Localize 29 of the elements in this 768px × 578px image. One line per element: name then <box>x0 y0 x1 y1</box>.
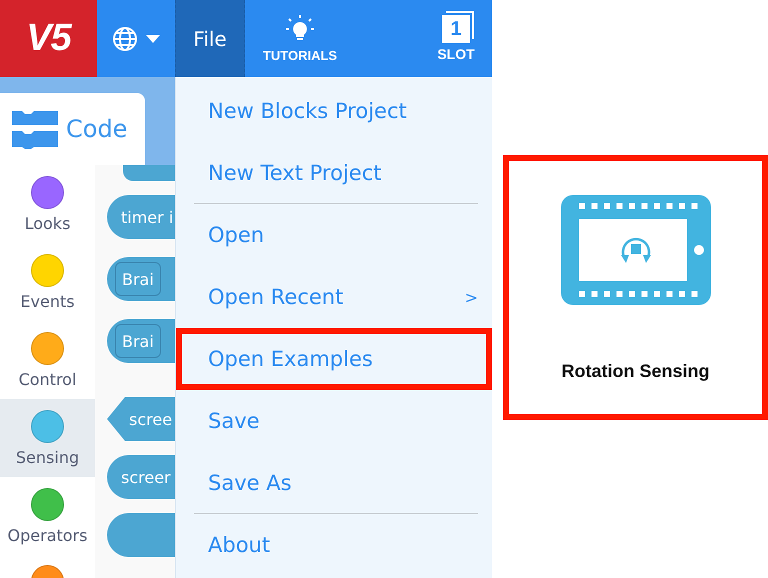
menu-item[interactable]: Open Examples <box>176 328 492 390</box>
menu-item[interactable]: Save As <box>176 452 492 514</box>
category-item[interactable]: Operators <box>0 477 95 555</box>
code-block[interactable]: scree <box>107 397 175 441</box>
category-item[interactable]: Events <box>0 243 95 321</box>
menu-item[interactable]: Open <box>176 204 492 266</box>
logo[interactable]: V5 <box>0 0 97 77</box>
menu-item[interactable]: Open Recent > <box>176 266 492 328</box>
file-menu[interactable]: File <box>175 0 245 77</box>
menu-item[interactable]: About <box>176 514 492 576</box>
menu-item[interactable]: Save <box>176 390 492 452</box>
menu-item[interactable]: New Blocks Project <box>176 80 492 142</box>
code-tab[interactable]: Code <box>0 93 145 165</box>
category-item[interactable]: Control <box>0 321 95 399</box>
tutorials-button[interactable]: TUTORIALS <box>245 0 355 77</box>
code-block[interactable]: timer i <box>107 195 175 239</box>
menu-item[interactable]: New Text Project <box>176 142 492 204</box>
tablet-rotation-icon <box>560 195 710 305</box>
code-block[interactable]: Brai <box>107 257 175 301</box>
example-title: Rotation Sensing <box>562 361 710 382</box>
category-item[interactable]: Sensing <box>0 399 95 477</box>
blocks-icon <box>12 109 58 149</box>
slot-button[interactable]: 1 SLOT <box>420 0 492 77</box>
globe-icon <box>112 26 138 52</box>
example-card[interactable]: Rotation Sensing <box>503 155 768 420</box>
category-item[interactable]: Looks <box>0 165 95 243</box>
code-block[interactable]: screer <box>107 455 175 499</box>
caret-icon <box>146 34 160 42</box>
code-block[interactable]: Brai <box>107 319 175 363</box>
